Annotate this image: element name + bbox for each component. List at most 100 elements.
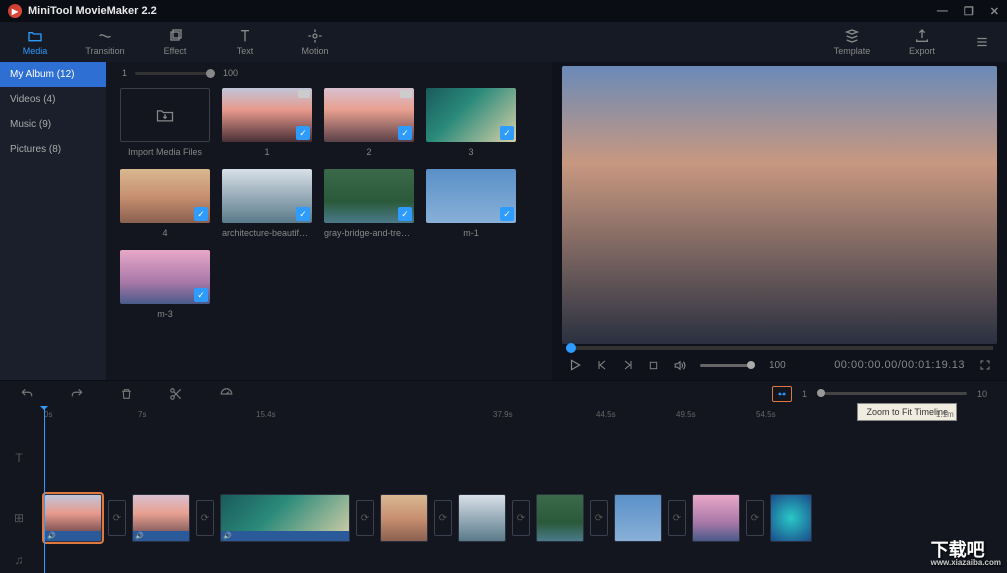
video-track[interactable]: ⟳ ⟳ ⟳ ⟳ ⟳ ⟳ ⟳ ⟳ (38, 488, 1007, 548)
prev-frame-icon (596, 359, 608, 371)
tab-template[interactable]: Template (817, 22, 887, 62)
text-track-head[interactable]: T (0, 428, 38, 488)
close-button[interactable]: ✕ (990, 5, 999, 18)
media-thumb[interactable]: ✓ (324, 169, 414, 223)
play-button[interactable] (568, 358, 582, 372)
zoom-min-label: 1 (122, 68, 127, 78)
titlebar: ▶ MiniTool MovieMaker 2.2 — ❐ ✕ (0, 0, 1007, 22)
sidebar-item-videos[interactable]: Videos (4) (0, 87, 106, 112)
transition-slot[interactable]: ⟳ (668, 500, 686, 536)
preview-panel: 100 00:00:00.00/00:01:19.13 (552, 62, 1007, 380)
text-track[interactable] (38, 428, 1007, 488)
stop-button[interactable] (648, 360, 659, 371)
transition-slot[interactable]: ⟳ (746, 500, 764, 536)
fit-icon (776, 389, 788, 399)
volume-button[interactable] (673, 359, 686, 372)
timeline-ruler[interactable]: 0s 7s 15.4s 37.9s 44.5s 49.5s 54.5s 1.1m (38, 406, 1007, 428)
import-folder-icon (153, 105, 177, 125)
zoom-max-label: 100 (223, 68, 238, 78)
media-thumb[interactable]: ✓ (120, 250, 210, 304)
tab-transition[interactable]: Transition (70, 22, 140, 62)
gauge-icon (219, 387, 234, 401)
timeline-zoom-slider[interactable] (817, 392, 967, 395)
text-icon (236, 28, 254, 44)
timeline-clip[interactable] (692, 494, 740, 542)
minimize-button[interactable]: — (937, 5, 948, 18)
maximize-button[interactable]: ❐ (964, 5, 974, 18)
tl-zoom-min: 1 (802, 389, 807, 399)
effect-icon (166, 28, 184, 44)
audio-track-head[interactable]: ♫ (0, 548, 38, 572)
redo-button[interactable] (70, 387, 84, 401)
sidebar-item-myalbum[interactable]: My Album (12) (0, 62, 106, 87)
media-label: m-3 (157, 309, 173, 319)
undo-icon (20, 387, 34, 401)
timeline-clip[interactable] (132, 494, 190, 542)
timeline-clip[interactable] (380, 494, 428, 542)
transition-slot[interactable]: ⟳ (434, 500, 452, 536)
timeline-clip[interactable] (458, 494, 506, 542)
media-label: 4 (162, 228, 167, 238)
delete-button[interactable] (120, 387, 133, 401)
media-thumb[interactable]: ✓ (324, 88, 414, 142)
media-label: 2 (366, 147, 371, 157)
media-thumb[interactable]: ✓ (222, 169, 312, 223)
tab-media[interactable]: Media (0, 22, 70, 62)
timeline-clip[interactable] (220, 494, 350, 542)
media-thumb[interactable]: ✓ (222, 88, 312, 142)
tab-export[interactable]: Export (887, 22, 957, 62)
undo-button[interactable] (20, 387, 34, 401)
media-thumb[interactable]: ✓ (426, 88, 516, 142)
transition-slot[interactable]: ⟳ (196, 500, 214, 536)
media-label: m-1 (463, 228, 479, 238)
used-check-icon: ✓ (398, 126, 412, 140)
next-frame-icon (622, 359, 634, 371)
menu-button[interactable] (957, 22, 1007, 62)
edit-toolbar: 1 10 Zoom to Fit Timeline (0, 380, 1007, 406)
transition-slot[interactable]: ⟳ (512, 500, 530, 536)
video-badge-icon (400, 90, 412, 98)
fullscreen-button[interactable] (979, 359, 991, 371)
volume-value: 100 (769, 360, 786, 371)
split-button[interactable] (169, 387, 183, 401)
volume-icon (673, 359, 686, 372)
import-media-button[interactable] (120, 88, 210, 142)
used-check-icon: ✓ (296, 207, 310, 221)
hamburger-icon (974, 35, 990, 49)
tab-text[interactable]: Text (210, 22, 280, 62)
media-panel: 1 100 Import Media Files ✓ 1 ✓ 2 ✓ 3 (106, 62, 552, 380)
speed-button[interactable] (219, 387, 234, 401)
next-frame-button[interactable] (622, 359, 634, 371)
playhead[interactable] (44, 406, 45, 573)
watermark: 下载吧 www.xiazaiba.com (931, 541, 1001, 567)
sidebar-item-pictures[interactable]: Pictures (8) (0, 137, 106, 162)
clip-audio-icon (45, 531, 101, 541)
audio-track[interactable] (38, 548, 1007, 572)
media-label: gray-bridge-and-trees... (324, 228, 414, 238)
transition-slot[interactable]: ⟳ (108, 500, 126, 536)
timeline-clip[interactable] (614, 494, 662, 542)
timeline-clip[interactable] (536, 494, 584, 542)
timeline-clip[interactable] (44, 494, 102, 542)
transition-slot[interactable]: ⟳ (590, 500, 608, 536)
tab-effect[interactable]: Effect (140, 22, 210, 62)
zoom-fit-button[interactable] (772, 386, 792, 402)
fullscreen-icon (979, 359, 991, 371)
media-thumb[interactable]: ✓ (120, 169, 210, 223)
media-thumb[interactable]: ✓ (426, 169, 516, 223)
stop-icon (648, 360, 659, 371)
used-check-icon: ✓ (194, 288, 208, 302)
tab-motion[interactable]: Motion (280, 22, 350, 62)
volume-slider[interactable] (700, 364, 755, 367)
thumbnail-zoom-slider[interactable] (135, 72, 215, 75)
timeline: T ⊞ ♫ 0s 7s 15.4s 37.9s 44.5s 49.5s 54.5… (0, 406, 1007, 573)
video-track-head[interactable]: ⊞ (0, 488, 38, 548)
template-icon (843, 28, 861, 44)
used-check-icon: ✓ (398, 207, 412, 221)
preview-scrubber[interactable] (566, 346, 993, 350)
preview-canvas[interactable] (562, 66, 997, 344)
prev-frame-button[interactable] (596, 359, 608, 371)
timeline-clip[interactable] (770, 494, 812, 542)
transition-slot[interactable]: ⟳ (356, 500, 374, 536)
sidebar-item-music[interactable]: Music (9) (0, 112, 106, 137)
